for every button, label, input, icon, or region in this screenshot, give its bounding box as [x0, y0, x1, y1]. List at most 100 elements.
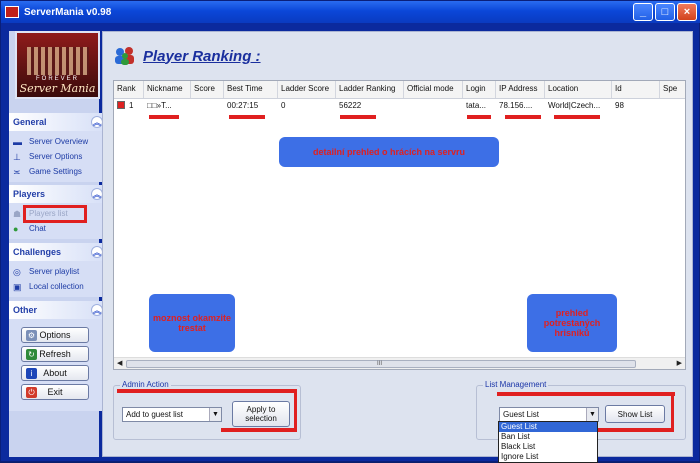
column-header-speed[interactable]: Spe: [660, 81, 685, 98]
section-header-players[interactable]: Players ︽: [9, 185, 107, 203]
page-title: Player Ranking :: [143, 47, 261, 65]
main-panel: Player Ranking : Rank Nickname Score Bes…: [102, 31, 693, 463]
cell-login: tata...: [466, 101, 487, 110]
annotation-underline-location: [554, 115, 600, 119]
minimize-button[interactable]: _: [633, 3, 653, 21]
cell-ip-address: 78.156....: [499, 101, 533, 110]
monitor-icon: ▬: [13, 136, 22, 147]
annotation-underline-nickname: [149, 115, 179, 119]
annotation-underline-ladder-ranking: [340, 115, 376, 119]
column-header-ip-address[interactable]: IP Address: [496, 81, 545, 98]
close-button[interactable]: ×: [677, 3, 697, 21]
column-header-best-time[interactable]: Best Time: [224, 81, 278, 98]
annotation-top-admin-action: [117, 389, 297, 393]
server-mania-logo: FOREVER Server Mania: [15, 31, 100, 99]
cell-rank-value: 1: [129, 101, 134, 110]
cell-official-mode: [404, 99, 463, 114]
row-checkbox[interactable]: [117, 101, 125, 109]
tools-icon: ⊥: [13, 151, 21, 162]
scroll-grip: III: [377, 361, 383, 367]
section-header-challenges[interactable]: Challenges ︽: [9, 243, 107, 261]
annotation-bottom-list-management: [597, 428, 674, 432]
sidebar-item-server-options[interactable]: ⊥ Server Options: [13, 149, 107, 164]
sidebar-item-label: Server Options: [29, 152, 83, 161]
chat-icon: ●: [13, 223, 19, 234]
dropdown-option-guest-list[interactable]: Guest List: [499, 422, 597, 432]
section-title: Players: [13, 189, 46, 199]
scroll-thumb[interactable]: III: [126, 360, 636, 368]
sidebar-item-game-settings[interactable]: ≍ Game Settings: [13, 164, 107, 179]
column-header-official-mode[interactable]: Official mode: [404, 81, 463, 98]
button-label: Exit: [47, 387, 63, 397]
players-group-icon: [113, 46, 137, 66]
annotation-overview: detailní prehled o hrácích na servru: [279, 137, 499, 167]
page-header: Player Ranking :: [113, 46, 261, 66]
app-icon: [5, 6, 19, 18]
list-type-dropdown[interactable]: Guest List Ban List Black List Ignore Li…: [498, 421, 598, 463]
scroll-left-icon[interactable]: ◀: [117, 359, 122, 367]
annotation-highlight-players-list: [23, 205, 87, 223]
column-header-id[interactable]: Id: [612, 81, 660, 98]
annotation-underline-best-time: [229, 115, 265, 119]
cell-speed: [660, 99, 685, 114]
column-header-location[interactable]: Location: [545, 81, 612, 98]
sidebar-item-label: Server Overview: [29, 137, 89, 146]
annotation-underline-login: [467, 115, 491, 119]
cell-nickname: □□»T...: [147, 101, 172, 110]
section-title: Other: [13, 305, 38, 315]
sidebar-item-server-playlist[interactable]: ◎ Server playlist: [13, 264, 107, 279]
cell-id: 98: [615, 101, 624, 110]
column-header-nickname[interactable]: Nickname: [144, 81, 191, 98]
show-list-button[interactable]: Show List: [605, 405, 665, 423]
dropdown-option-black-list[interactable]: Black List: [499, 442, 597, 452]
annotation-bottom-admin-action: [221, 428, 297, 432]
select-value: Guest List: [503, 410, 540, 419]
annotation-offenders: prehled potrestaných hrisníků: [527, 294, 617, 352]
annotation-underline-ip: [505, 115, 541, 119]
column-header-login[interactable]: Login: [463, 81, 496, 98]
book-icon: ▣: [13, 281, 22, 292]
column-header-score[interactable]: Score: [191, 81, 224, 98]
dropdown-option-ignore-list[interactable]: Ignore List: [499, 452, 597, 462]
cell-ladder-ranking: 56222: [339, 101, 362, 110]
section-title: Challenges: [13, 247, 62, 257]
dropdown-arrow-icon[interactable]: ▼: [586, 408, 598, 421]
maximize-button[interactable]: □: [655, 3, 675, 21]
options-button[interactable]: ⚙ Options: [21, 327, 89, 343]
sidebar-item-label: Server playlist: [29, 267, 80, 276]
column-header-rank[interactable]: Rank: [114, 81, 144, 98]
section-general: General ︽ ▬ Server Overview ⊥ Server Opt…: [9, 113, 107, 182]
section-title: General: [13, 117, 47, 127]
column-header-ladder-score[interactable]: Ladder Score: [278, 81, 336, 98]
window-title: ServerMania v0.98: [24, 6, 112, 18]
sidebar-item-local-collection[interactable]: ▣ Local collection: [13, 279, 107, 294]
table-row[interactable]: 1 □□»T... 00:27:15 0 56222 tata... 78.15…: [114, 99, 685, 114]
about-button[interactable]: i About: [21, 365, 89, 381]
info-icon: i: [26, 368, 37, 379]
cell-rank: 1: [114, 99, 144, 114]
annotation-punish: moznost okamzite trestat: [149, 294, 235, 352]
playlist-icon: ◎: [13, 266, 21, 277]
button-label: About: [43, 368, 67, 378]
scroll-right-icon[interactable]: ▶: [677, 359, 682, 367]
exit-button[interactable]: ⏻ Exit: [21, 384, 89, 400]
logo-graphic: [27, 47, 89, 75]
section-header-general[interactable]: General ︽: [9, 113, 107, 131]
sidebar-item-server-overview[interactable]: ▬ Server Overview: [13, 134, 107, 149]
options-icon: ⚙: [26, 330, 37, 341]
logo-text: Server Mania: [19, 82, 96, 95]
sidebar-item-chat[interactable]: ● Chat: [13, 221, 107, 236]
dropdown-option-ban-list[interactable]: Ban List: [499, 432, 597, 442]
column-header-ladder-ranking[interactable]: Ladder Ranking: [336, 81, 404, 98]
title-bar[interactable]: ServerMania v0.98 _ □ ×: [1, 1, 700, 23]
list-type-select[interactable]: Guest List ▼: [499, 407, 599, 422]
annotation-highlight-admin-action: [117, 390, 297, 430]
annotation-top-list-management: [497, 392, 675, 396]
refresh-button[interactable]: ↻ Refresh: [21, 346, 89, 362]
section-header-other[interactable]: Other ︽: [9, 301, 107, 319]
section-challenges: Challenges ︽ ◎ Server playlist ▣ Local c…: [9, 243, 107, 297]
horizontal-scrollbar[interactable]: ◀ III ▶: [114, 357, 685, 369]
button-label: Refresh: [39, 349, 71, 359]
people-icon: ☗: [13, 208, 22, 219]
power-icon: ⏻: [26, 387, 37, 398]
